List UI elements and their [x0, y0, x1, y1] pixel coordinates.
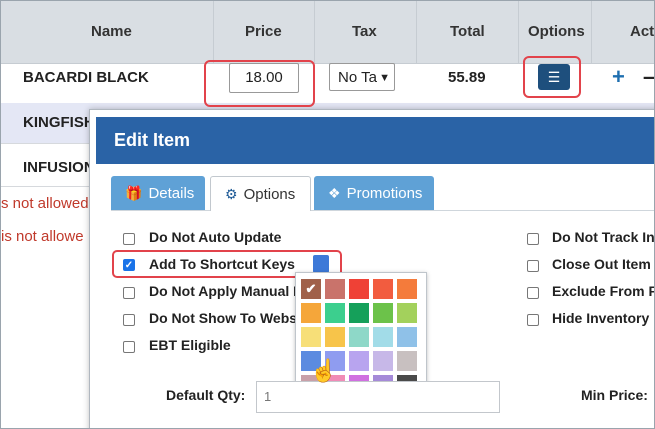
color-swatch[interactable]: [301, 327, 321, 347]
checkbox-exclude-from[interactable]: [527, 287, 539, 299]
error-message: is not allowe: [1, 228, 84, 245]
color-swatch[interactable]: [325, 279, 345, 299]
add-quantity-icon[interactable]: +: [612, 64, 625, 90]
color-swatch[interactable]: [373, 303, 393, 323]
color-swatch[interactable]: [397, 303, 417, 323]
color-swatch[interactable]: [397, 279, 417, 299]
row-name: BACARDI BLACK: [23, 69, 149, 86]
color-swatch[interactable]: [373, 279, 393, 299]
col-header-name[interactable]: Name: [91, 23, 132, 40]
list-icon: ☰: [547, 69, 561, 85]
divider: [416, 1, 417, 63]
screenshot-frame: Name Price Tax Total Options Acti BACARD…: [0, 0, 655, 429]
row-name: KINGFISH: [23, 114, 95, 131]
row-total: 55.89: [448, 69, 486, 86]
tab-details[interactable]: 🎁 Details: [111, 176, 205, 210]
tab-label: Promotions: [346, 185, 423, 202]
color-swatch[interactable]: [397, 327, 417, 347]
checkbox-do-not-apply-manual[interactable]: [123, 287, 135, 299]
row-name: INFUSION: [23, 159, 95, 176]
tab-label: Options: [243, 186, 296, 203]
color-swatch[interactable]: [373, 327, 393, 347]
color-swatch[interactable]: [325, 327, 345, 347]
table-header: Name Price Tax Total Options Acti: [1, 1, 654, 64]
divider: [591, 1, 592, 63]
option-label: Do Not Auto Update: [149, 229, 282, 245]
option-label: EBT Eligible: [149, 337, 231, 353]
gift-icon: 🎁: [125, 185, 143, 201]
color-swatch[interactable]: ✔: [301, 279, 321, 299]
option-label: Hide Inventory: [552, 310, 650, 326]
color-swatch[interactable]: [373, 351, 393, 371]
checkbox-ebt-eligible[interactable]: [123, 341, 135, 353]
option-label: Exclude From F: [552, 283, 655, 299]
col-header-price[interactable]: Price: [245, 23, 282, 40]
divider: [213, 1, 214, 63]
default-qty-input[interactable]: 1: [256, 381, 500, 413]
option-label: Add To Shortcut Keys: [149, 256, 295, 272]
color-swatch[interactable]: [349, 303, 369, 323]
default-qty-label: Default Qty:: [166, 387, 246, 403]
modal-title: Edit Item: [96, 117, 654, 164]
error-message: s not allowed: [1, 195, 89, 212]
option-label: Do Not Track In: [552, 229, 655, 245]
option-label: Do Not Show To Webs: [149, 310, 298, 326]
col-header-options[interactable]: Options: [528, 23, 585, 40]
checkbox-add-to-shortcut-keys[interactable]: ✓: [123, 259, 135, 271]
divider: [518, 1, 519, 63]
divider: [314, 1, 315, 63]
color-swatch[interactable]: [349, 279, 369, 299]
chevron-down-icon: ▼: [379, 72, 390, 84]
gear-icon: ⚙: [225, 186, 238, 202]
color-swatch[interactable]: [349, 351, 369, 371]
options-button[interactable]: ☰: [538, 64, 570, 90]
color-swatch[interactable]: [325, 303, 345, 323]
pointer-cursor-icon: ☝: [310, 358, 338, 383]
option-label: Do Not Apply Manual I: [149, 283, 298, 299]
col-header-actions[interactable]: Acti: [630, 23, 654, 40]
color-swatch[interactable]: [397, 351, 417, 371]
col-header-tax[interactable]: Tax: [352, 23, 377, 40]
check-icon: ✔: [305, 281, 317, 296]
min-price-label: Min Price:: [581, 387, 648, 403]
tab-promotions[interactable]: ❖ Promotions: [314, 176, 434, 210]
col-header-total[interactable]: Total: [450, 23, 485, 40]
tab-options[interactable]: ⚙ Options: [210, 176, 311, 211]
options-tab-highlight: [204, 60, 315, 107]
tab-label: Details: [148, 185, 195, 202]
checkbox-do-not-track-inventory[interactable]: [527, 233, 539, 245]
tabs-bar: 🎁 Details ⚙ Options ❖ Promotions: [111, 176, 654, 211]
tax-select[interactable]: No Ta ▼: [329, 63, 395, 91]
checkbox-close-out-item[interactable]: [527, 260, 539, 272]
tag-icon: ❖: [328, 185, 341, 201]
shortcut-color-picker[interactable]: [313, 255, 329, 273]
remove-quantity-icon[interactable]: –: [643, 64, 654, 90]
color-swatch[interactable]: [301, 303, 321, 323]
color-swatch[interactable]: [349, 327, 369, 347]
checkbox-do-not-show-to-website[interactable]: [123, 314, 135, 326]
checkbox-hide-inventory[interactable]: [527, 314, 539, 326]
option-label: Close Out Item: [552, 256, 651, 272]
checkbox-do-not-auto-update[interactable]: [123, 233, 135, 245]
tax-select-value: No Ta: [338, 69, 377, 86]
